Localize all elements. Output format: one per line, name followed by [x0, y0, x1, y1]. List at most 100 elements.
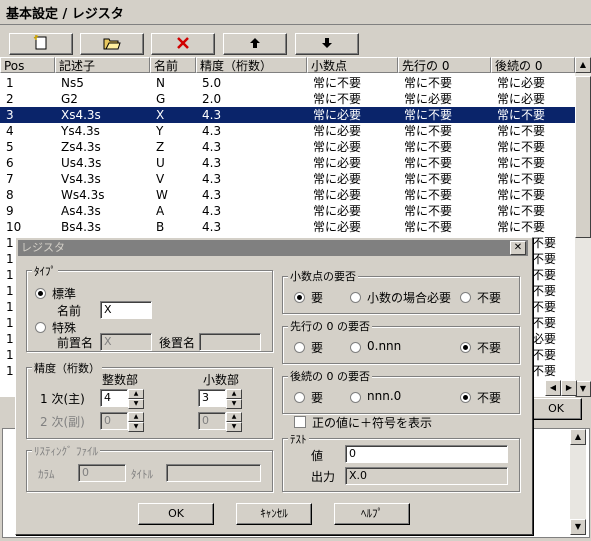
type-standard-label: 標準 [52, 287, 77, 301]
table-row[interactable]: 10 Bs4.3s B 4.3 常に必要 常に不要 常に不要 [0, 219, 575, 235]
primary-dec-spinner[interactable]: ▲ ▼ [226, 389, 242, 409]
scroll-thumb[interactable] [575, 76, 591, 238]
title-label: ﾀｲﾄﾙ [131, 468, 153, 481]
grid-body: 1 Ns5 N 5.0 常に不要 常に不要 常に必要 2 G2 G 2.0 常に不要 常に必要 常に必要 3… [0, 75, 575, 235]
column-input[interactable]: 0 [78, 464, 126, 482]
table-cell: 常に必要 [313, 140, 362, 154]
col-header-pos[interactable]: Pos [0, 57, 55, 73]
col-header-descriptor[interactable]: 記述子 [55, 57, 150, 73]
type-standard-radio[interactable] [35, 288, 46, 299]
table-cell: 常に必要 [313, 172, 362, 186]
leading-never-radio[interactable] [460, 342, 471, 353]
listing-group-label: ﾘｽﾃｨﾝｸﾞ ﾌｧｲﾙ [32, 443, 100, 459]
test-value-input[interactable]: 0 [345, 445, 508, 463]
dialog-title: レジスタ [21, 241, 65, 254]
table-cell: 3 [6, 108, 14, 122]
table-row[interactable]: 1 Ns5 N 5.0 常に不要 常に不要 常に必要 [0, 75, 575, 91]
grid-scrollbar[interactable]: ▲ ▼ [575, 57, 591, 397]
scroll-down-arrow-icon[interactable]: ▼ [570, 519, 586, 535]
table-cell: 常に不要 [497, 172, 546, 186]
primary-label: 1 次(主) [40, 392, 85, 406]
col-header-name[interactable]: 名前 [150, 57, 196, 73]
secondary-dec-input[interactable]: 0 [198, 412, 226, 430]
secondary-int-input[interactable]: 0 [100, 412, 128, 430]
plus-sign-checkbox[interactable] [294, 416, 306, 428]
table-row[interactable]: 5 Zs4.3s Z 4.3 常に必要 常に不要 常に不要 [0, 139, 575, 155]
open-folder-icon [103, 36, 121, 53]
table-row[interactable]: 4 Ys4.3s Y 4.3 常に必要 常に不要 常に不要 [0, 123, 575, 139]
scroll-up-arrow-icon[interactable]: ▲ [570, 429, 586, 445]
table-cell: 常に不要 [404, 220, 453, 234]
table-cell: 常に必要 [313, 204, 362, 218]
decimal-never-radio[interactable] [460, 292, 471, 303]
delete-button[interactable] [151, 33, 215, 55]
decimal-if-fraction-radio[interactable] [350, 292, 361, 303]
suffix-label: 後置名 [159, 336, 196, 350]
scroll-right-arrow-icon[interactable]: ▶ [561, 380, 577, 396]
help-button[interactable]: ﾍﾙﾌﾟ [334, 503, 410, 525]
dec-part-header: 小数部 [203, 373, 240, 387]
table-cell: 不要 [532, 300, 557, 314]
table-row[interactable]: 9 As4.3s A 4.3 常に必要 常に不要 常に不要 [0, 203, 575, 219]
prefix-input[interactable]: X [100, 333, 152, 351]
move-down-button[interactable] [295, 33, 359, 55]
table-row[interactable]: 8 Ws4.3s W 4.3 常に必要 常に不要 常に不要 [0, 187, 575, 203]
title-input[interactable] [166, 464, 261, 482]
open-button[interactable] [80, 33, 144, 55]
col-header-leading-zero[interactable]: 先行の 0 [398, 57, 491, 73]
table-cell: 不要 [532, 252, 557, 266]
table-cell: 2 [6, 92, 14, 106]
table-cell: 不要 [532, 348, 557, 362]
table-cell: 常に必要 [404, 92, 453, 106]
detail-scrollbar[interactable]: ▲ ▼ [570, 429, 586, 535]
scroll-up-arrow-icon[interactable]: ▲ [575, 57, 591, 73]
leading-required-label: 要 [311, 341, 324, 355]
trailing-nnn-radio[interactable] [350, 392, 361, 403]
int-part-header: 整数部 [102, 373, 139, 387]
column-label: ｶﾗﾑ [38, 468, 55, 481]
decimal-required-radio[interactable] [294, 292, 305, 303]
move-up-button[interactable] [223, 33, 287, 55]
cancel-button[interactable]: ｷｬﾝｾﾙ [236, 503, 312, 525]
name-label: 名前 [57, 304, 82, 318]
plus-sign-label: 正の値に＋符号を表示 [312, 416, 433, 430]
trailing-never-radio[interactable] [460, 392, 471, 403]
arrow-down-icon [321, 37, 333, 52]
table-cell: 不要 [532, 316, 557, 330]
table-row[interactable]: 3 Xs4.3s X 4.3 常に必要 常に不要 常に不要 [0, 107, 575, 123]
table-cell: 4.3 [202, 204, 222, 218]
close-icon[interactable]: ✕ [510, 241, 526, 255]
col-header-trailing-zero[interactable]: 後続の 0 [491, 57, 575, 73]
ok-button[interactable]: OK [138, 503, 214, 525]
primary-dec-input[interactable]: 3 [198, 389, 226, 407]
trailing-required-radio[interactable] [294, 392, 305, 403]
col-header-decimal[interactable]: 小数点 [307, 57, 398, 73]
trailing-zero-group-label: 後続の 0 の要否 [288, 368, 372, 384]
primary-int-input[interactable]: 4 [100, 389, 128, 407]
secondary-int-spinner[interactable]: ▲ ▼ [128, 412, 144, 432]
new-button[interactable] [9, 33, 73, 55]
back-ok-button[interactable]: OK [530, 398, 582, 420]
type-special-radio[interactable] [35, 322, 46, 333]
primary-int-spinner[interactable]: ▲ ▼ [128, 389, 144, 409]
table-cell: 4.3 [202, 220, 222, 234]
col-header-precision[interactable]: 精度（桁数） [196, 57, 307, 73]
table-row[interactable]: 2 G2 G 2.0 常に不要 常に必要 常に必要 [0, 91, 575, 107]
table-row[interactable]: 7 Vs4.3s V 4.3 常に必要 常に不要 常に不要 [0, 171, 575, 187]
suffix-input[interactable] [199, 333, 261, 351]
leading-nnn-radio[interactable] [350, 342, 361, 353]
name-input[interactable]: X [100, 301, 152, 319]
table-row[interactable]: 6 Us4.3s U 4.3 常に必要 常に不要 常に不要 [0, 155, 575, 171]
table-cell: 5 [6, 140, 14, 154]
scroll-left-arrow-icon[interactable]: ◀ [545, 380, 561, 396]
leading-required-radio[interactable] [294, 342, 305, 353]
table-cell: 常に不要 [404, 172, 453, 186]
table-cell: 常に不要 [313, 92, 362, 106]
table-cell: 常に不要 [404, 188, 453, 202]
dialog-titlebar[interactable]: レジスタ ✕ [18, 240, 528, 256]
table-cell: 常に不要 [497, 140, 546, 154]
secondary-dec-spinner[interactable]: ▲ ▼ [226, 412, 242, 432]
prefix-label: 前置名 [57, 336, 94, 350]
table-cell: 常に必要 [313, 220, 362, 234]
scroll-down-arrow-icon[interactable]: ▼ [575, 381, 591, 397]
